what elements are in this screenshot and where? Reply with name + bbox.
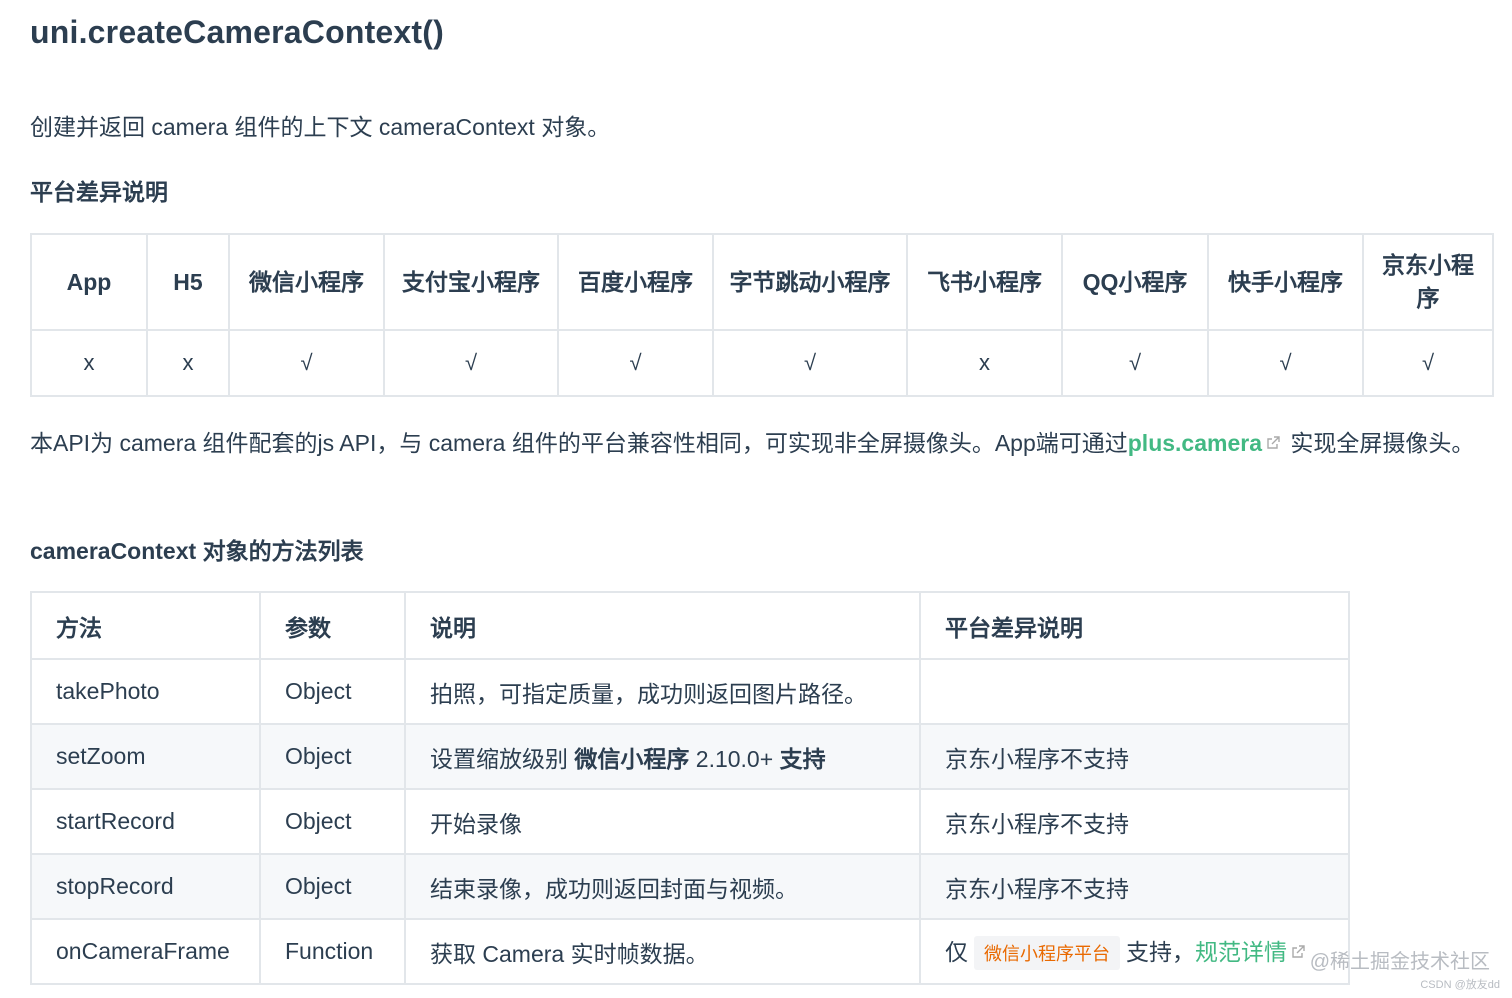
method-name: onCameraFrame xyxy=(30,918,261,985)
platform-value-cell: √ xyxy=(712,329,908,397)
method-param: Function xyxy=(259,918,406,985)
platform-header-row: App H5 微信小程序 支付宝小程序 百度小程序 字节跳动小程序 飞书小程序 … xyxy=(30,233,1494,331)
page-title: uni.createCameraContext() xyxy=(30,14,444,50)
plus-camera-link[interactable]: plus.camera xyxy=(1128,430,1262,456)
platform-value-cell: √ xyxy=(1207,329,1364,397)
platform-tag: 微信小程序平台 xyxy=(974,936,1120,970)
spec-details-link[interactable]: 规范详情 xyxy=(1195,939,1287,965)
platform-header-cell: 快手小程序 xyxy=(1207,233,1364,331)
platform-value-cell: x xyxy=(906,329,1063,397)
platform-table: App H5 微信小程序 支付宝小程序 百度小程序 字节跳动小程序 飞书小程序 … xyxy=(30,233,1494,397)
methods-header-cell: 平台差异说明 xyxy=(919,591,1350,660)
method-desc: 结束录像，成功则返回封面与视频。 xyxy=(404,853,921,920)
platform-value-cell: x xyxy=(146,329,230,397)
intro-text: 创建并返回 camera 组件的上下文 cameraContext 对象。 xyxy=(30,114,611,140)
note-text: 本API为 camera 组件配套的js API，与 camera 组件的平台兼… xyxy=(30,430,1128,456)
desc-bold: 支持 xyxy=(779,745,826,772)
method-param: Object xyxy=(259,723,406,790)
method-name: takePhoto xyxy=(30,658,261,725)
desc-bold: 微信小程序 xyxy=(574,745,690,772)
platform-value-cell: √ xyxy=(383,329,559,397)
method-param: Object xyxy=(259,788,406,855)
method-name: stopRecord xyxy=(30,853,261,920)
platform-header-cell: 支付宝小程序 xyxy=(383,233,559,331)
table-row: stopRecord Object 结束录像，成功则返回封面与视频。 京东小程序… xyxy=(30,853,1350,920)
platform-header-cell: H5 xyxy=(146,233,230,331)
platform-value-cell: √ xyxy=(228,329,385,397)
table-row: takePhoto Object 拍照，可指定质量，成功则返回图片路径。 xyxy=(30,658,1350,725)
platform-value-cell: x xyxy=(30,329,148,397)
platform-prefix: 仅 xyxy=(945,939,968,965)
platform-heading: 平台差异说明 xyxy=(30,179,168,205)
platform-header-cell: QQ小程序 xyxy=(1061,233,1209,331)
csdn-watermark: CSDN @放友dd xyxy=(1420,979,1500,991)
method-name: setZoom xyxy=(30,723,261,790)
methods-header-cell: 说明 xyxy=(404,591,921,660)
table-row: startRecord Object 开始录像 京东小程序不支持 xyxy=(30,788,1350,855)
methods-table: 方法 参数 说明 平台差异说明 takePhoto Object 拍照，可指定质… xyxy=(30,591,1350,985)
platform-value-cell: √ xyxy=(1362,329,1494,397)
platform-value-row: x x √ √ √ √ x √ √ √ xyxy=(30,329,1494,397)
platform-header-cell: 字节跳动小程序 xyxy=(712,233,908,331)
method-platform: 京东小程序不支持 xyxy=(919,723,1350,790)
platform-value-cell: √ xyxy=(1061,329,1209,397)
external-link-icon xyxy=(1292,945,1305,958)
note-text-tail: 实现全屏摄像头。 xyxy=(1284,430,1475,456)
platform-value-cell: √ xyxy=(557,329,714,397)
method-platform xyxy=(919,658,1350,725)
method-platform: 仅微信小程序平台 支持，规范详情 xyxy=(919,918,1350,985)
methods-header-cell: 方法 xyxy=(30,591,261,660)
watermark: @稀土掘金技术社区 xyxy=(1309,951,1490,973)
desc-version: 2.10.0+ xyxy=(689,745,780,772)
compat-note: 本API为 camera 组件配套的js API，与 camera 组件的平台兼… xyxy=(30,422,1492,464)
methods-header-cell: 参数 xyxy=(259,591,406,660)
platform-mid: 支持， xyxy=(1126,939,1195,965)
methods-heading: cameraContext 对象的方法列表 xyxy=(30,538,364,564)
method-desc: 获取 Camera 实时帧数据。 xyxy=(404,918,921,985)
method-desc: 开始录像 xyxy=(404,788,921,855)
method-desc: 设置缩放级别 微信小程序 2.10.0+ 支持 xyxy=(404,723,921,790)
table-row: onCameraFrame Function 获取 Camera 实时帧数据。 … xyxy=(30,918,1350,985)
platform-header-cell: 微信小程序 xyxy=(228,233,385,331)
method-platform: 京东小程序不支持 xyxy=(919,788,1350,855)
platform-header-cell: App xyxy=(30,233,148,331)
platform-header-cell: 京东小程序 xyxy=(1362,233,1494,331)
method-platform: 京东小程序不支持 xyxy=(919,853,1350,920)
methods-header-row: 方法 参数 说明 平台差异说明 xyxy=(30,591,1350,660)
desc-prefix: 设置缩放级别 xyxy=(430,745,575,772)
method-desc: 拍照，可指定质量，成功则返回图片路径。 xyxy=(404,658,921,725)
method-param: Object xyxy=(259,658,406,725)
external-link-icon xyxy=(1267,436,1280,449)
table-row: setZoom Object 设置缩放级别 微信小程序 2.10.0+ 支持 京… xyxy=(30,723,1350,790)
platform-header-cell: 飞书小程序 xyxy=(906,233,1063,331)
method-name: startRecord xyxy=(30,788,261,855)
platform-header-cell: 百度小程序 xyxy=(557,233,714,331)
method-param: Object xyxy=(259,853,406,920)
